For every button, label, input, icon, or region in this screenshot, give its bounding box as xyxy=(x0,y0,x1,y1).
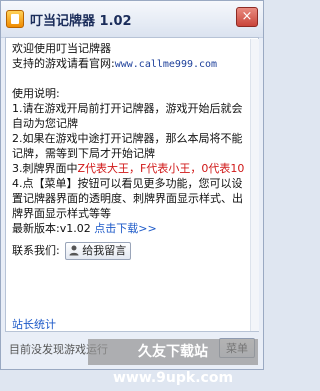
close-button[interactable]: × xyxy=(236,7,258,27)
station-stats-link[interactable]: 站长统计 xyxy=(12,316,56,332)
instruction-4: 4.点【菜单】按钮可以看见更多功能，您可以设置记牌器界面的透明度、刺牌界面显示样… xyxy=(12,177,243,220)
site-url[interactable]: www.callme999.com xyxy=(115,59,217,70)
instruction-3: 3.刺牌界面中Z代表大王，F代表小王，0代表10 xyxy=(12,161,252,176)
info-text: 欢迎使用叮当记牌器 支持的游戏请看官网:www.callme999.com 使用… xyxy=(12,41,252,260)
latest-version: v1.02 xyxy=(59,222,91,235)
contact-line: 联系我们: 给我留言 xyxy=(12,242,252,260)
leave-message-label: 给我留言 xyxy=(82,244,127,257)
version-line: 最新版本:v1.02 点击下载>> xyxy=(12,221,252,236)
watermark-banner: 久友下载站 www.9upk.com xyxy=(88,339,258,386)
site-prefix: 支持的游戏请看官网: xyxy=(12,57,115,70)
app-window: 叮当记牌器 1.02 × 欢迎使用叮当记牌器 支持的游戏请看官网:www.cal… xyxy=(0,0,264,370)
title-bar[interactable]: 叮当记牌器 1.02 × xyxy=(1,1,263,38)
site-line: 支持的游戏请看官网:www.callme999.com xyxy=(12,56,252,72)
welcome-text: 欢迎使用叮当记牌器 xyxy=(12,42,111,55)
latest-label: 最新版本: xyxy=(12,222,60,235)
instruction-3-legend: Z代表大王，F代表小王，0代表10 xyxy=(77,162,245,175)
person-icon xyxy=(69,245,79,256)
app-icon xyxy=(6,10,24,28)
window-title: 叮当记牌器 1.02 xyxy=(30,14,132,29)
contact-label: 联系我们: xyxy=(12,244,60,257)
leave-message-button[interactable]: 给我留言 xyxy=(65,242,132,260)
instruction-2: 2.如果在游戏中途打开记牌器，那么本局将不能记牌，需等到下局才开始记牌 xyxy=(12,132,243,160)
close-icon: × xyxy=(241,9,253,24)
info-panel: 欢迎使用叮当记牌器 支持的游戏请看官网:www.callme999.com 使用… xyxy=(5,37,259,332)
instruction-3-prefix: 3.刺牌界面中 xyxy=(12,162,78,175)
instruction-1: 1.请在游戏开局前打开记牌器，游戏开始后就会自动为您记牌 xyxy=(12,102,243,130)
scrollbar[interactable] xyxy=(250,39,259,331)
download-link[interactable]: 点击下载>> xyxy=(94,222,156,235)
instructions-title: 使用说明: xyxy=(12,87,60,100)
